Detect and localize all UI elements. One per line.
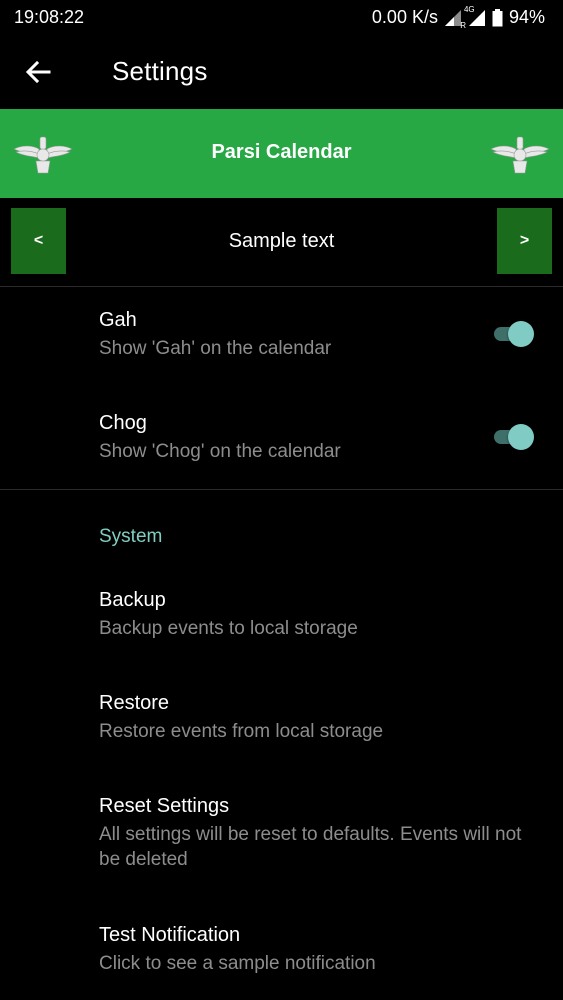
roaming-label: R [460,20,466,30]
app-bar: Settings [0,36,563,108]
chog-switch[interactable] [492,422,538,452]
pref-summary: Show 'Gah' on the calendar [99,338,332,359]
faravahar-icon [489,131,551,175]
page-title: Settings [112,56,208,86]
section-title-system: System [99,526,163,547]
pref-title: Gah [99,309,137,331]
status-time: 19:08:22 [14,7,85,27]
network-speed: 0.00 K/s [371,7,438,27]
gah-switch[interactable] [492,319,538,349]
pref-summary: Backup events to local storage [99,618,358,639]
switch-thumb [508,424,534,450]
next-button[interactable]: > [497,208,552,274]
pref-summary: Click to see a sample notification [99,953,376,974]
pref-gah[interactable]: Gah Show 'Gah' on the calendar [99,307,529,361]
signal-roaming-icon: R [444,9,466,30]
pref-backup[interactable]: Backup Backup events to local storage [99,587,529,641]
pref-title: Chog [99,412,147,434]
pref-summary: Show 'Chog' on the calendar [99,441,341,462]
pref-restore[interactable]: Restore Restore events from local storag… [99,690,529,744]
sample-text-row: < Sample text > [0,208,563,274]
pref-chog[interactable]: Chog Show 'Chog' on the calendar [99,410,529,464]
arrow-back-icon[interactable] [22,56,54,88]
sample-text: Sample text [228,230,335,252]
pref-summary: Restore events from local storage [99,721,384,742]
signal-4g-icon: 4G [464,5,486,27]
divider [0,489,563,490]
battery-icon [492,8,503,27]
banner-title: Parsi Calendar [211,141,352,163]
pref-test-notification[interactable]: Test Notification Click to see a sample … [99,922,529,976]
pref-title: Test Notification [99,924,241,946]
switch-thumb [508,321,534,347]
status-bar: 19:08:22 0.00 K/s R 4G 94% [0,0,563,36]
pref-title: Backup [99,589,166,611]
pref-title: Reset Settings [99,795,230,817]
pref-title: Restore [99,692,170,714]
battery-percent: 94% [508,7,545,27]
calendar-banner: Parsi Calendar [0,109,563,198]
status-indicators: 0.00 K/s R 4G 94% [371,5,545,30]
pref-reset-settings[interactable]: Reset Settings All settings will be rese… [99,793,529,872]
pref-summary: All settings will be reset to defaults. … [99,824,522,870]
network-label: 4G [463,4,475,14]
divider [0,286,563,287]
